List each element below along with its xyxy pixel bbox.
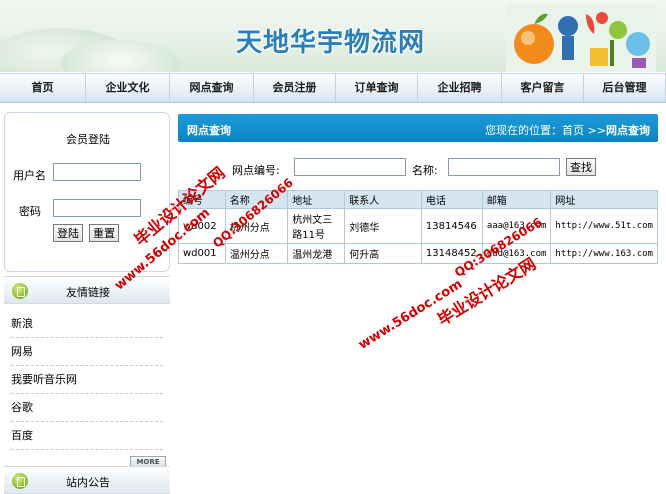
- table-cell: 温州龙港: [287, 243, 346, 264]
- main-navigation: 首页 企业文化 网点查询 会员注册 订单查询 企业招聘 客户留言 后台管理: [0, 73, 666, 103]
- friend-link-item[interactable]: 新浪: [11, 310, 163, 338]
- branch-table: 编号 名称 地址 联系人 电话 邮箱 网址 wd002 杭州分点 杭州文三路11…: [178, 190, 658, 264]
- logistics-illustration-icon: [506, 4, 656, 72]
- table-cell: 何升高: [344, 243, 422, 264]
- friend-links-title: 友情链接: [66, 286, 110, 299]
- friend-links-header: 友情链接: [4, 276, 170, 304]
- search-button[interactable]: 查找: [566, 158, 596, 176]
- nav-item[interactable]: 后台管理: [584, 74, 666, 102]
- friend-link-item[interactable]: 网易: [11, 338, 163, 366]
- username-input[interactable]: [53, 163, 141, 181]
- friend-link-item[interactable]: 百度: [11, 422, 163, 450]
- nav-item[interactable]: 企业招聘: [418, 74, 502, 102]
- name-search-input[interactable]: [448, 158, 560, 176]
- announcements-header: 站内公告: [4, 466, 170, 494]
- reset-button[interactable]: 重置: [89, 224, 119, 242]
- breadcrumb-current: 网点查询: [606, 124, 650, 137]
- breadcrumb-prefix: 您现在的位置：首页 >>: [485, 124, 606, 137]
- nav-item[interactable]: 首页: [0, 74, 86, 102]
- column-header: 地址: [287, 190, 346, 209]
- site-title: 天地华宇物流网: [236, 28, 426, 58]
- username-label: 用户名: [13, 169, 46, 182]
- password-label: 密码: [19, 205, 41, 218]
- table-cell: 温州分点: [224, 243, 289, 264]
- nav-item[interactable]: 会员注册: [254, 74, 336, 102]
- table-cell: 刘德华: [344, 208, 422, 244]
- notebook-icon: [12, 473, 28, 489]
- table-cell: 13814546: [420, 208, 483, 244]
- friend-link-item[interactable]: 我要听音乐网: [11, 366, 163, 394]
- name-label: 名称:: [412, 164, 438, 177]
- column-header: 邮箱: [481, 190, 552, 209]
- column-header: 电话: [420, 190, 483, 209]
- code-search-input[interactable]: [294, 158, 406, 176]
- code-label: 网点编号:: [232, 164, 280, 177]
- nav-item[interactable]: 企业文化: [86, 74, 170, 102]
- table-cell: http://www.163.com: [550, 243, 658, 264]
- login-button[interactable]: 登陆: [53, 224, 83, 242]
- content-title: 网点查询: [187, 124, 231, 137]
- login-title: 会员登陆: [66, 133, 110, 146]
- password-input[interactable]: [53, 199, 141, 217]
- content-header: 网点查询 您现在的位置：首页 >>网点查询: [178, 114, 658, 142]
- table-row[interactable]: wd001 温州分点 温州龙港 何升高 13148452 ddd@163.com…: [178, 243, 658, 264]
- nav-item[interactable]: 订单查询: [336, 74, 418, 102]
- nav-item[interactable]: 网点查询: [170, 74, 254, 102]
- search-form: 网点编号: 名称: 查找: [178, 158, 658, 180]
- nav-item[interactable]: 客户留言: [502, 74, 584, 102]
- sidebar: 会员登陆 用户名 密码 登陆 重置 友情链接 新浪 网易 我要听音乐网 谷歌 百…: [4, 112, 170, 494]
- column-header: 联系人: [344, 190, 422, 209]
- column-header: 网址: [550, 190, 658, 209]
- notebook-icon: [12, 283, 28, 299]
- table-cell: 杭州文三路11号: [287, 208, 346, 244]
- friend-link-item[interactable]: 谷歌: [11, 394, 163, 422]
- announcements-title: 站内公告: [66, 476, 110, 489]
- breadcrumb: 您现在的位置：首页 >>网点查询: [485, 122, 650, 138]
- main-content: 网点查询 您现在的位置：首页 >>网点查询 网点编号: 名称: 查找 编号 名称…: [178, 112, 658, 272]
- header-banner: 天地华宇物流网: [0, 0, 666, 72]
- table-cell: http://www.51t.com: [550, 208, 658, 244]
